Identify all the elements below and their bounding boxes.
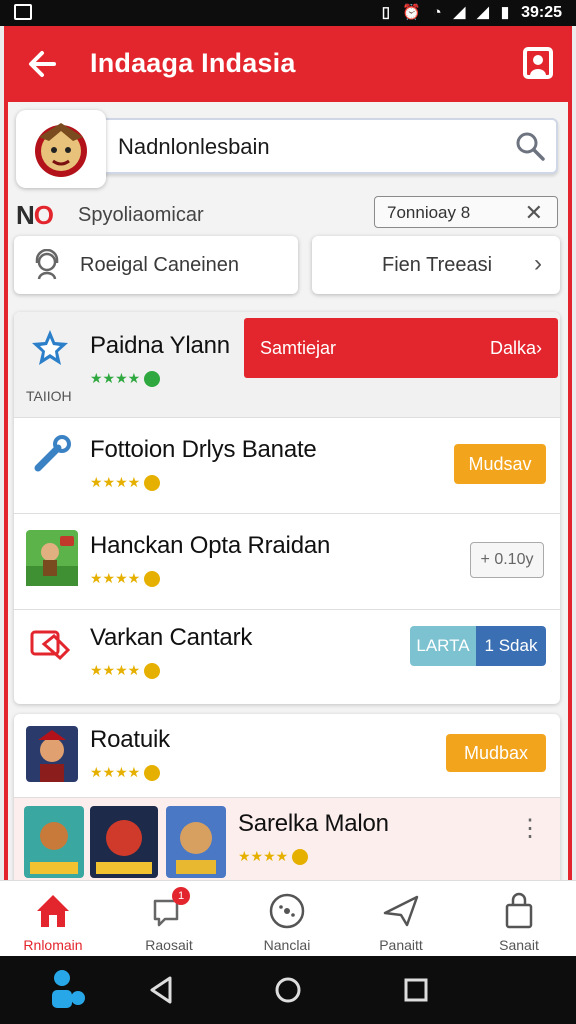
list-item[interactable]: Fottoion Drlys Banate ★★★★ Mudsav	[14, 418, 560, 514]
rating-badge-icon	[144, 474, 161, 491]
nav-label: Raosait	[145, 937, 193, 953]
nav-item-home[interactable]: Rnlomain	[8, 891, 98, 953]
app-bar: Indaaga Indasia	[4, 26, 572, 102]
rating-stars: ★★★★	[90, 370, 161, 387]
featured-action-left: Samtiejar	[260, 337, 337, 358]
rating-badge-icon	[144, 662, 161, 679]
featured-action-right: Dalka›	[489, 337, 542, 358]
item-name: Fottoion Drlys Banate	[90, 436, 317, 463]
more-options-icon[interactable]: ⋮	[518, 817, 542, 841]
filter-row: NO Spyoliaomicar 7onnioay 8 ✕	[16, 196, 560, 236]
game-thumbnail-icon	[90, 806, 158, 878]
paper-plane-icon	[383, 895, 419, 927]
vibrate-icon: ▯	[381, 4, 390, 21]
rating-stars: ★★★★	[90, 474, 161, 491]
search-section: Nadnlonlesbain	[16, 110, 560, 188]
select-button[interactable]: 1 Sdak	[476, 626, 546, 666]
back-arrow-icon[interactable]	[24, 46, 60, 82]
rating-badge-icon	[144, 370, 161, 387]
list-item[interactable]: TAIIOH Paidna Ylann ★★★★ Samtiejar Dalka…	[14, 312, 560, 418]
status-bar: ▯ ⏰ ◔ ◢ ◢ ▮ 39:25	[0, 0, 576, 26]
rating-stars: ★★★★	[90, 662, 161, 679]
install-button[interactable]: Mudbax	[446, 734, 546, 772]
item-tag: TAIIOH	[26, 388, 72, 404]
signal-icon: ◢	[453, 4, 466, 21]
install-button[interactable]: Mudsav	[454, 444, 546, 484]
game-strip[interactable]: Sarelka Malon ★★★★ ⋮	[14, 798, 560, 890]
close-icon[interactable]: ✕	[525, 200, 543, 226]
wrench-icon	[34, 435, 71, 472]
bottom-navigation: Rnlomain 1 Raosait Nanclai Panaitt Sanai…	[0, 880, 576, 956]
shopping-bag-icon	[505, 892, 533, 929]
gallery-icon	[14, 4, 32, 20]
signal-2-icon: ◢	[477, 4, 489, 21]
game-thumbnail-icon	[24, 806, 84, 878]
search-icon[interactable]	[514, 130, 546, 162]
system-navigation-bar	[0, 956, 576, 1024]
nav-label: Rnlomain	[23, 937, 83, 953]
nav-item-shop[interactable]: Sanait	[474, 891, 564, 953]
item-name: Paidna Ylann	[90, 332, 230, 359]
list-item[interactable]: Hanckan Opta Rraidan ★★★★ + 0.10y	[14, 514, 560, 610]
notification-badge: 1	[172, 887, 190, 905]
back-nav-icon[interactable]	[148, 976, 174, 1004]
price-button[interactable]: + 0.10y	[470, 542, 544, 578]
profile-icon[interactable]	[522, 46, 554, 80]
rating-badge-icon	[144, 764, 161, 781]
free-treasure-button[interactable]: Fien Treeasi ›	[312, 236, 560, 294]
wifi-icon: ◔	[432, 4, 442, 21]
nav-label: Nanclai	[263, 937, 311, 953]
brand-logo: NO	[16, 200, 54, 230]
status-time: 39:25	[521, 4, 562, 21]
rating-badge-icon	[292, 848, 309, 865]
search-input-value: Nadnlonlesbain	[118, 134, 270, 159]
nav-item-send[interactable]: Panaitt	[356, 891, 446, 953]
list-item[interactable]: Roatuik ★★★★ Mudbax	[14, 714, 560, 798]
home-icon	[37, 895, 69, 927]
regional-button[interactable]: Roeigal Caneinen	[14, 236, 298, 294]
warrior-emblem-icon	[35, 123, 87, 177]
section-label: Spyoliaomicar	[78, 204, 204, 226]
game-avatar[interactable]	[16, 110, 106, 188]
item-name: Hanckan Opta Rraidan	[90, 532, 331, 559]
item-name: Roatuik	[90, 726, 170, 753]
home-nav-icon[interactable]	[274, 976, 302, 1004]
battery-icon: ▮	[500, 4, 510, 21]
featured-action-button[interactable]: Samtiejar Dalka›	[244, 318, 558, 378]
rating-badge-icon	[144, 570, 161, 587]
nav-item-explore[interactable]: Nanclai	[242, 891, 332, 953]
page-title: Indaaga Indasia	[90, 48, 296, 78]
nav-item-chat[interactable]: 1 Raosait	[124, 887, 214, 953]
list-item[interactable]: Varkan Cantark ★★★★ LARTA 1 Sdak	[14, 610, 560, 704]
shopping-tag-icon	[30, 630, 71, 661]
accessibility-icon[interactable]	[48, 968, 88, 1012]
filter-chip-text: 7onnioay 8	[387, 203, 471, 222]
filter-chip[interactable]: 7onnioay 8 ✕	[374, 196, 558, 228]
rating-stars: ★★★★	[90, 570, 161, 587]
compass-icon	[269, 893, 305, 929]
nav-label: Sanait	[499, 937, 539, 953]
recents-nav-icon[interactable]	[404, 978, 428, 1002]
regional-button-label: Roeigal Caneinen	[80, 254, 240, 276]
app-list-card: TAIIOH Paidna Ylann ★★★★ Samtiejar Dalka…	[14, 312, 560, 704]
game-thumbnail-icon	[166, 806, 226, 878]
game-thumbnail-icon	[26, 726, 78, 782]
item-name: Varkan Cantark	[90, 624, 253, 651]
trial-button[interactable]: LARTA	[410, 626, 476, 666]
alarm-icon: ⏰	[401, 4, 421, 21]
strip-name: Sarelka Malon	[238, 810, 389, 837]
app-list-card-2: Roatuik ★★★★ Mudbax Sarelka Malon ★★★★ ⋮	[14, 714, 560, 890]
star-badge-icon	[32, 330, 68, 365]
game-thumbnail-icon	[26, 530, 78, 586]
free-treasure-label: Fien Treeasi	[382, 254, 493, 276]
chevron-right-icon: ›	[534, 250, 542, 277]
rating-stars: ★★★★	[90, 764, 161, 781]
nav-label: Panaitt	[379, 937, 423, 953]
rating-stars: ★★★★	[238, 848, 309, 865]
support-agent-icon	[35, 249, 59, 280]
search-input[interactable]: Nadnlonlesbain	[94, 118, 558, 174]
